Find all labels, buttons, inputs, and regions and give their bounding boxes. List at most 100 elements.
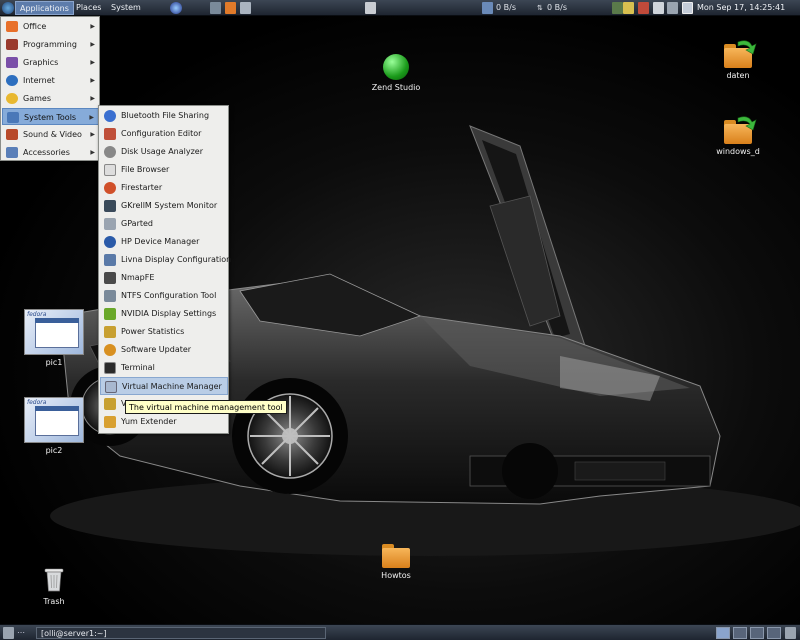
workspace-3[interactable]	[750, 627, 764, 639]
submenu-item-ntfs-config[interactable]: NTFS Configuration Tool	[100, 287, 228, 305]
menu-item-label: Accessories	[23, 148, 70, 157]
browser-launcher-icon[interactable]	[170, 2, 182, 14]
submenu-item-yum-extender[interactable]: Yum Extender	[100, 413, 228, 431]
top-panel: Applications Places System 0 B/s ⇅ 0 B/s…	[0, 0, 800, 16]
menu-item-label: Programming	[23, 40, 77, 49]
system-menu[interactable]: System	[107, 1, 145, 15]
submenu-item-nmapfe[interactable]: NmapFE	[100, 269, 228, 287]
menu-item-sound-video[interactable]: Sound & Video ▶	[2, 126, 99, 143]
volume-icon	[104, 398, 116, 410]
trash-applet-icon[interactable]	[785, 627, 796, 639]
gkrellm-icon	[104, 200, 116, 212]
workspace-1[interactable]	[716, 627, 730, 639]
ntfs-config-icon	[104, 290, 116, 302]
system-tools-icon	[7, 112, 19, 123]
submenu-arrow-icon: ▶	[89, 114, 94, 121]
taskbar-button-terminal[interactable]: [olli@server1:~]	[36, 627, 326, 639]
menu-item-label: Sound & Video	[23, 130, 82, 139]
submenu-item-configuration-editor[interactable]: Configuration Editor	[100, 125, 228, 143]
menu-item-graphics[interactable]: Graphics ▶	[2, 54, 99, 71]
desktop-icon-howtos[interactable]: Howtos	[370, 544, 422, 580]
internet-icon	[6, 75, 18, 86]
desktop-icon-label: pic1	[45, 358, 63, 367]
submenu-arrow-icon: ▶	[90, 77, 95, 84]
menu-item-system-tools[interactable]: System Tools ▶	[2, 108, 99, 125]
desktop-icon-label: windows_d	[716, 147, 760, 156]
submenu-item-disk-usage-analyzer[interactable]: Disk Usage Analyzer	[100, 143, 228, 161]
desktop-icon-zend-studio[interactable]: Zend Studio	[366, 54, 426, 92]
menu-item-office[interactable]: Office ▶	[2, 18, 99, 35]
update-notifier-icon[interactable]	[623, 2, 634, 14]
desktop-icon-windows-d[interactable]: windows_d	[712, 116, 764, 156]
submenu-item-gparted[interactable]: GParted	[100, 215, 228, 233]
terminal-icon	[104, 362, 116, 374]
submenu-item-livna-display[interactable]: Livna Display Configuration	[100, 251, 232, 269]
power-statistics-icon	[104, 326, 116, 338]
submenu-item-nvidia-settings[interactable]: NVIDIA Display Settings	[100, 305, 228, 323]
office-icon	[6, 21, 18, 32]
submenu-item-power-statistics[interactable]: Power Statistics	[100, 323, 228, 341]
submenu-item-bluetooth-file-sharing[interactable]: Bluetooth File Sharing	[100, 107, 228, 125]
menu-item-programming[interactable]: Programming ▶	[2, 36, 99, 53]
menu-item-label: Virtual Machine Manager	[122, 382, 222, 391]
menu-item-label: HP Device Manager	[121, 237, 200, 246]
image-thumbnail-icon: fedora	[24, 397, 84, 443]
submenu-arrow-icon: ▶	[90, 131, 95, 138]
accessories-icon	[6, 147, 18, 158]
menu-item-label: Livna Display Configuration	[121, 255, 232, 264]
workspace-2[interactable]	[733, 627, 747, 639]
folder-icon	[724, 40, 757, 68]
places-menu[interactable]: Places	[72, 1, 105, 15]
show-desktop-icon[interactable]	[3, 627, 14, 639]
submenu-item-virtual-machine-manager[interactable]: Virtual Machine Manager	[100, 377, 228, 395]
network-status-icon[interactable]	[612, 2, 623, 14]
submenu-item-terminal[interactable]: Terminal	[100, 359, 228, 377]
submenu-item-software-updater[interactable]: Software Updater	[100, 341, 228, 359]
menu-item-label: Graphics	[23, 58, 59, 67]
menu-item-label: System Tools	[24, 113, 77, 122]
hp-device-icon	[104, 236, 116, 248]
submenu-item-file-browser[interactable]: File Browser	[100, 161, 228, 179]
fedora-logo-icon[interactable]	[2, 2, 14, 14]
nvidia-icon	[104, 308, 116, 320]
submenu-item-hp-device-manager[interactable]: HP Device Manager	[100, 233, 228, 251]
folder-icon	[382, 544, 410, 568]
desktop-icon-label: daten	[726, 71, 750, 80]
desktop-icon-trash[interactable]: Trash	[30, 566, 78, 606]
battery-icon[interactable]	[667, 2, 678, 14]
menu-item-label: Games	[23, 94, 51, 103]
menu-item-label: GParted	[121, 219, 153, 228]
yum-extender-icon	[104, 416, 116, 428]
desktop-icon-pic2[interactable]: fedora pic2	[23, 397, 85, 455]
notes-launcher-icon[interactable]	[365, 2, 376, 14]
desktop-icon-pic1[interactable]: fedora pic1	[23, 309, 85, 367]
network-monitor-icon[interactable]	[482, 2, 493, 14]
menu-item-accessories[interactable]: Accessories ▶	[2, 144, 99, 161]
software-updater-icon	[104, 344, 116, 356]
mail-notifier-icon[interactable]	[638, 2, 649, 14]
files-launcher-icon[interactable]	[210, 2, 221, 14]
submenu-arrow-icon: ▶	[90, 95, 95, 102]
volume-icon[interactable]	[653, 2, 664, 14]
menu-item-internet[interactable]: Internet ▶	[2, 72, 99, 89]
zend-studio-icon	[383, 54, 409, 80]
desktop-icon-daten[interactable]: daten	[712, 40, 764, 80]
menu-item-label: NmapFE	[121, 273, 155, 282]
folder-icon	[724, 116, 757, 144]
trash-icon	[44, 568, 64, 592]
menu-item-label: Firestarter	[121, 183, 163, 192]
submenu-item-gkrellm[interactable]: GKrellM System Monitor	[100, 197, 228, 215]
livna-display-icon	[104, 254, 116, 266]
system-tools-submenu: Bluetooth File Sharing Configuration Edi…	[98, 105, 232, 434]
workspace-4[interactable]	[767, 627, 781, 639]
applications-menu[interactable]: Applications	[15, 1, 74, 15]
desktop-icon-label: Zend Studio	[371, 83, 421, 92]
terminal-launcher-icon[interactable]	[240, 2, 251, 14]
menu-item-label: Office	[23, 22, 47, 31]
calendar-icon[interactable]	[682, 2, 693, 14]
clock[interactable]: Mon Sep 17, 14:25:41	[697, 0, 785, 16]
menu-item-games[interactable]: Games ▶	[2, 90, 99, 107]
submenu-item-firestarter[interactable]: Firestarter	[100, 179, 228, 197]
editor-launcher-icon[interactable]	[225, 2, 236, 14]
menu-item-label: Disk Usage Analyzer	[121, 147, 204, 156]
